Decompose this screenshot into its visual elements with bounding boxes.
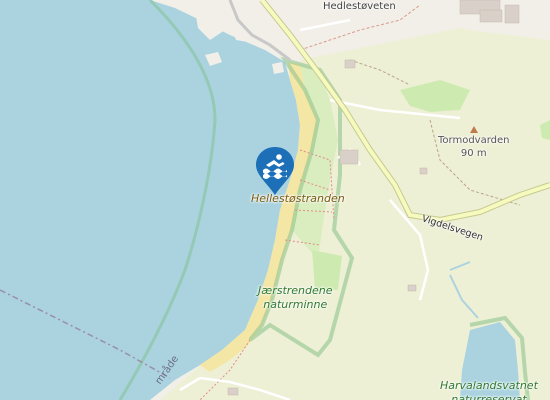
map-canvas[interactable]	[0, 0, 550, 400]
skerry	[272, 62, 284, 74]
map-view[interactable]: Hedlestøveten Tormodvarden 90 m Vigdelsv…	[0, 0, 550, 400]
map-pin-icon	[256, 147, 294, 195]
meadow	[312, 250, 342, 290]
beach-marker[interactable]	[255, 145, 295, 197]
